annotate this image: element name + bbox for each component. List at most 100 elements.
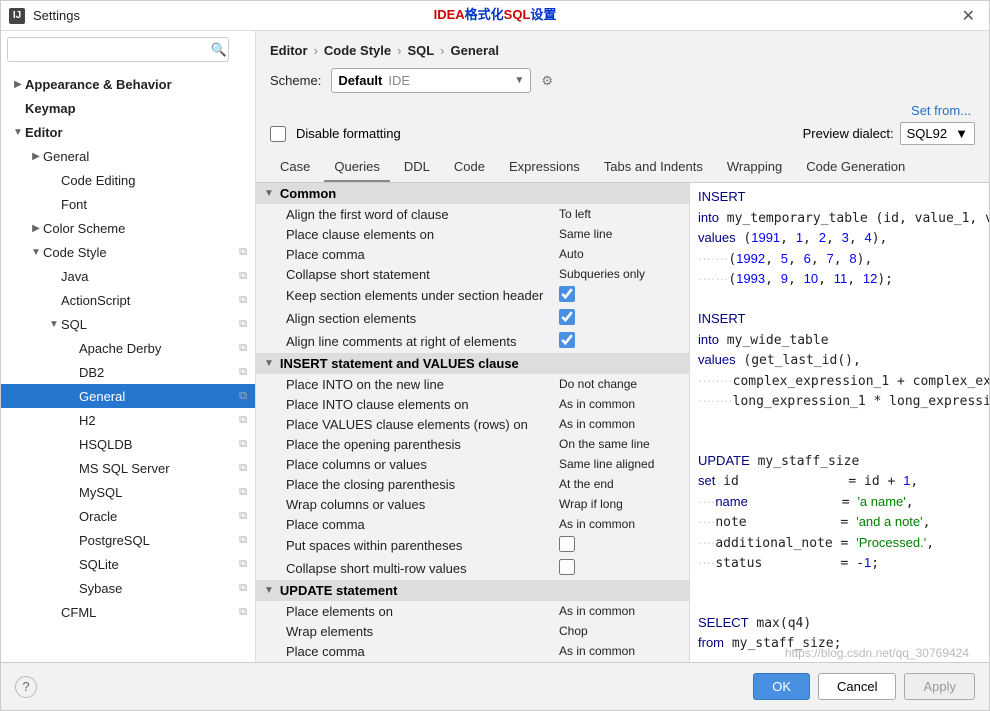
tree-item[interactable]: H2⧉ — [1, 408, 255, 432]
option-row[interactable]: Wrap columns or valuesWrap if long — [256, 494, 689, 514]
option-value[interactable]: Subqueries only — [559, 267, 689, 281]
help-button[interactable]: ? — [15, 676, 37, 698]
titlebar: IJ Settings ✕ — [1, 1, 989, 31]
option-value[interactable]: As in common — [559, 644, 689, 658]
chevron-down-icon: ▼ — [955, 126, 968, 141]
tree-item[interactable]: MS SQL Server⧉ — [1, 456, 255, 480]
tree-item[interactable]: Code Editing — [1, 168, 255, 192]
option-value[interactable]: Auto — [559, 247, 689, 261]
tree-item[interactable]: Sybase⧉ — [1, 576, 255, 600]
option-value[interactable]: Chop — [559, 624, 689, 638]
option-value[interactable]: Same line aligned — [559, 457, 689, 471]
option-row[interactable]: Keep section elements under section head… — [256, 284, 689, 307]
option-value[interactable]: Do not change — [559, 377, 689, 391]
section-header[interactable]: ▼UPDATE statement — [256, 580, 689, 601]
cancel-button[interactable]: Cancel — [818, 673, 896, 700]
option-value[interactable]: As in common — [559, 517, 689, 531]
tree-item[interactable]: Java⧉ — [1, 264, 255, 288]
option-value[interactable]: To left — [559, 207, 689, 221]
settings-tree[interactable]: ▶Appearance & BehaviorKeymap▼Editor▶Gene… — [1, 68, 255, 662]
tree-item[interactable]: ▼Code Style⧉ — [1, 240, 255, 264]
option-row[interactable]: Collapse short statementSubqueries only — [256, 264, 689, 284]
tab[interactable]: Case — [270, 153, 320, 182]
option-value[interactable]: As in common — [559, 417, 689, 431]
option-row[interactable]: Align section elements — [256, 307, 689, 330]
tree-item[interactable]: Apache Derby⧉ — [1, 336, 255, 360]
tree-item[interactable]: PostgreSQL⧉ — [1, 528, 255, 552]
option-row[interactable]: Place INTO on the new lineDo not change — [256, 374, 689, 394]
option-value[interactable]: At the end — [559, 477, 689, 491]
option-row[interactable]: Align the first word of clauseTo left — [256, 204, 689, 224]
tab[interactable]: DDL — [394, 153, 440, 182]
option-row[interactable]: Put spaces within parentheses — [256, 534, 689, 557]
apply-button[interactable]: Apply — [904, 673, 975, 700]
option-value[interactable]: As in common — [559, 397, 689, 411]
tree-item[interactable]: DB2⧉ — [1, 360, 255, 384]
tree-item[interactable]: SQLite⧉ — [1, 552, 255, 576]
option-checkbox[interactable] — [559, 559, 575, 575]
option-checkbox[interactable] — [559, 309, 575, 325]
tree-item[interactable]: General⧉ — [1, 384, 255, 408]
tree-item[interactable]: Oracle⧉ — [1, 504, 255, 528]
tab[interactable]: Code — [444, 153, 495, 182]
set-from-link[interactable]: Set from... — [911, 103, 971, 118]
option-row[interactable]: Place the opening parenthesisOn the same… — [256, 434, 689, 454]
tree-item[interactable]: Font — [1, 192, 255, 216]
tree-item[interactable]: ▶Color Scheme — [1, 216, 255, 240]
tree-item[interactable]: ▶Appearance & Behavior — [1, 72, 255, 96]
option-label: Align section elements — [286, 311, 559, 326]
option-row[interactable]: Place the closing parenthesisAt the end — [256, 474, 689, 494]
option-value[interactable]: Same line — [559, 227, 689, 241]
search-input[interactable] — [7, 37, 229, 62]
option-row[interactable]: Place columns or valuesSame line aligned — [256, 454, 689, 474]
tree-item[interactable]: HSQLDB⧉ — [1, 432, 255, 456]
tree-item[interactable]: ActionScript⧉ — [1, 288, 255, 312]
tree-item[interactable]: ▶General — [1, 144, 255, 168]
option-label: Collapse short multi-row values — [286, 561, 559, 576]
option-value[interactable]: On the same line — [559, 437, 689, 451]
tree-item[interactable]: Keymap — [1, 96, 255, 120]
scheme-select[interactable]: Default IDE ▼ — [331, 68, 531, 93]
dialect-select[interactable]: SQL92▼ — [900, 122, 975, 145]
tree-item[interactable]: ▼Editor — [1, 120, 255, 144]
option-row[interactable]: Collapse short multi-row values — [256, 557, 689, 580]
option-row[interactable]: Wrap elementsChop — [256, 621, 689, 641]
disable-formatting-checkbox[interactable] — [270, 126, 286, 142]
tree-item[interactable]: CFML⧉ — [1, 600, 255, 624]
option-row[interactable]: Place VALUES clause elements (rows) onAs… — [256, 414, 689, 434]
options-panel[interactable]: ▼CommonAlign the first word of clauseTo … — [256, 183, 690, 662]
section-header[interactable]: ▼Common — [256, 183, 689, 204]
option-row[interactable]: Align line comments at right of elements — [256, 330, 689, 353]
option-label: Place elements on — [286, 604, 559, 619]
search-row: 🔍 — [1, 31, 255, 68]
app-icon: IJ — [9, 8, 25, 24]
ok-button[interactable]: OK — [753, 673, 810, 700]
option-checkbox[interactable] — [559, 332, 575, 348]
tree-item[interactable]: MySQL⧉ — [1, 480, 255, 504]
option-value[interactable]: As in common — [559, 604, 689, 618]
option-row[interactable]: Place commaAs in common — [256, 641, 689, 661]
disable-formatting-label: Disable formatting — [296, 126, 401, 141]
option-value[interactable]: Wrap if long — [559, 497, 689, 511]
tree-item[interactable]: ▼SQL⧉ — [1, 312, 255, 336]
gear-icon[interactable]: ⚙ — [541, 73, 553, 89]
dialect-label: Preview dialect: — [803, 126, 894, 141]
option-row[interactable]: Place clause elements onSame line — [256, 224, 689, 244]
option-checkbox[interactable] — [559, 286, 575, 302]
tab[interactable]: Queries — [324, 153, 390, 182]
tab[interactable]: Wrapping — [717, 153, 792, 182]
option-checkbox[interactable] — [559, 536, 575, 552]
option-row[interactable]: Place commaAuto — [256, 244, 689, 264]
option-label: Wrap elements — [286, 624, 559, 639]
option-row[interactable]: Place elements onAs in common — [256, 601, 689, 621]
scheme-label: Scheme: — [270, 73, 321, 88]
option-label: Place the closing parenthesis — [286, 477, 559, 492]
tab[interactable]: Expressions — [499, 153, 590, 182]
option-label: Place comma — [286, 517, 559, 532]
option-row[interactable]: Place INTO clause elements onAs in commo… — [256, 394, 689, 414]
section-header[interactable]: ▼INSERT statement and VALUES clause — [256, 353, 689, 374]
option-row[interactable]: Place commaAs in common — [256, 514, 689, 534]
tab[interactable]: Tabs and Indents — [594, 153, 713, 182]
close-icon[interactable]: ✕ — [956, 6, 981, 26]
tab[interactable]: Code Generation — [796, 153, 915, 182]
